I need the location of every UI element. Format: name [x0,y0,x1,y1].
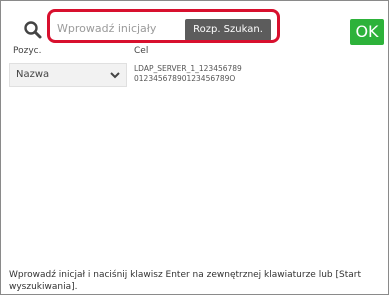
chevron-down-icon [110,72,120,79]
target-column-header: Cel [134,46,149,56]
target-server-line1: LDAP_SERVER_1_123456789 [134,64,242,73]
dialog-frame: Wprowadź inicjały Rozp. Szukan. OK Pozyc… [0,0,389,295]
position-column-header: Pozyc. [13,46,42,56]
position-select[interactable]: Nazwa [9,63,127,87]
ok-button[interactable]: OK [350,19,384,45]
start-search-button[interactable]: Rozp. Szukan. [185,19,271,41]
position-select-value: Nazwa [16,69,50,80]
target-server-line2: 01234567890123456789O [134,74,236,83]
search-input[interactable]: Wprowadź inicjały [53,16,181,42]
search-icon[interactable] [23,20,43,40]
hint-text: Wprowadź inicjał i naciśnij klawisz Ente… [9,270,361,292]
